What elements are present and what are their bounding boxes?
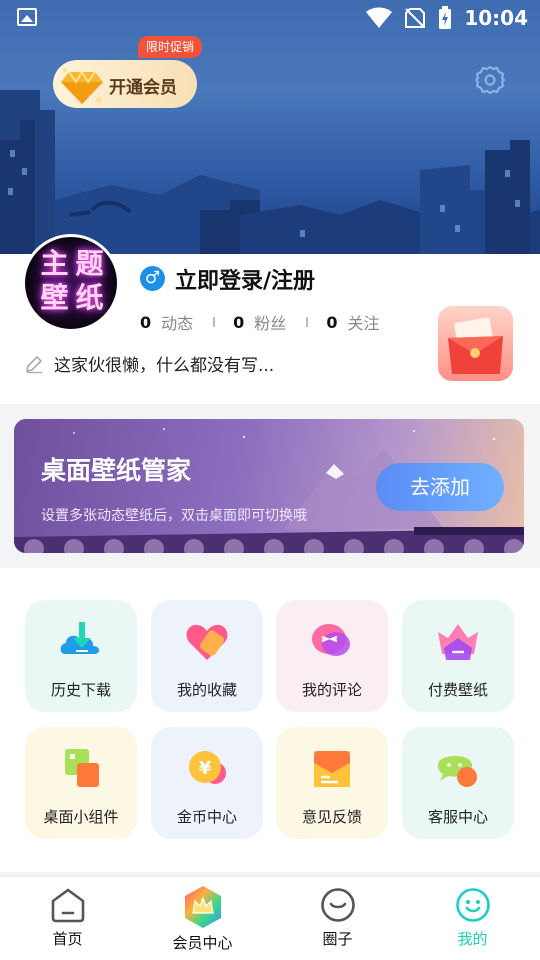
header-banner: 10:04 开通会员 限时促销: [0, 0, 540, 256]
profile-stats: 0 动态 0 粉丝 0 关注: [140, 310, 379, 334]
comment-icon: [312, 624, 350, 656]
stat-divider: [213, 317, 216, 327]
following-count[interactable]: 0: [326, 313, 337, 332]
red-packet-button[interactable]: [438, 306, 513, 381]
edit-pencil-icon: [25, 355, 43, 373]
nav-label: 首页: [52, 930, 83, 948]
posts-label[interactable]: 动态: [161, 310, 193, 334]
city-skyline-illustration: [0, 90, 540, 256]
bottom-navigation: 首页 会员中心 圈子 我的: [0, 876, 540, 960]
avatar-char: 主: [40, 247, 69, 280]
status-time: 10:04: [464, 6, 528, 30]
me-icon: [456, 888, 490, 922]
service-icon: [438, 756, 477, 787]
nav-label: 圈子: [322, 930, 353, 948]
circle-icon: [321, 888, 355, 922]
nav-label-active: 我的: [457, 930, 488, 948]
svg-text:¥: ¥: [199, 758, 212, 779]
paid-wallpaper-item[interactable]: 付费壁纸: [402, 600, 514, 712]
grid-label: 金币中心: [176, 808, 237, 826]
download-cloud-icon: [60, 622, 100, 654]
no-sim-icon: [405, 8, 426, 28]
promo-badge: 限时促销: [138, 36, 203, 58]
manager-subtitle: 设置多张动态壁纸后，双击桌面即可切换哦: [41, 508, 307, 524]
wallpaper-manager-banner[interactable]: 桌面壁纸管家 设置多张动态壁纸后，双击桌面即可切换哦 去添加: [14, 419, 524, 553]
vip-label: 开通会员: [109, 78, 177, 98]
coin-icon: ¥: [189, 751, 226, 784]
manager-title: 桌面壁纸管家: [41, 456, 192, 485]
nav-home[interactable]: 首页: [0, 877, 135, 960]
crown-icon: [438, 624, 478, 660]
heart-icon: [186, 624, 228, 660]
diamond-icon: [61, 68, 103, 104]
widget-icon: [65, 749, 99, 787]
grid-label: 历史下载: [50, 681, 111, 699]
feature-grid: 历史下载 我的收藏 我的评论 付费壁纸 桌面小组件 ¥ 金币中心 意见反馈 客服…: [0, 568, 540, 872]
home-icon: [51, 888, 85, 923]
wifi-icon: [366, 7, 393, 28]
feedback-item[interactable]: 意见反馈: [276, 727, 388, 839]
nav-circle[interactable]: 圈子: [270, 877, 405, 960]
my-favorites-item[interactable]: 我的收藏: [151, 600, 263, 712]
followers-count[interactable]: 0: [233, 313, 244, 332]
gallery-icon: [17, 8, 37, 26]
grid-label: 客服中心: [427, 808, 488, 826]
vip-crown-icon: [185, 886, 221, 928]
status-bar: 10:04: [0, 0, 540, 36]
grid-label: 我的收藏: [176, 681, 237, 699]
bio-text: 这家伙很懒，什么都没有写...: [54, 356, 275, 376]
grid-label: 意见反馈: [301, 808, 362, 826]
red-packet-icon: [448, 317, 503, 374]
coin-center-item[interactable]: ¥ 金币中心: [151, 727, 263, 839]
avatar-char: 壁: [40, 281, 69, 314]
settings-gear-icon[interactable]: [474, 64, 506, 96]
nav-vip-center[interactable]: 会员中心: [135, 877, 270, 960]
grid-label: 我的评论: [301, 681, 362, 699]
stat-divider: [306, 317, 309, 327]
history-download-item[interactable]: 历史下载: [25, 600, 137, 712]
grid-label: 桌面小组件: [43, 808, 119, 826]
battery-charging-icon: [439, 6, 452, 29]
bio-row[interactable]: 这家伙很懒，什么都没有写...: [24, 351, 274, 376]
open-vip-button[interactable]: 开通会员: [53, 60, 197, 108]
male-gender-icon: ♂: [140, 266, 165, 291]
login-register-link[interactable]: 立即登录/注册: [175, 263, 315, 295]
posts-count[interactable]: 0: [140, 313, 151, 332]
desktop-widget-item[interactable]: 桌面小组件: [25, 727, 137, 839]
followers-label[interactable]: 粉丝: [254, 310, 286, 334]
avatar-char: 题: [75, 247, 104, 280]
avatar[interactable]: 主 题 壁 纸: [22, 234, 120, 332]
customer-service-item[interactable]: 客服中心: [402, 727, 514, 839]
grid-label: 付费壁纸: [427, 681, 488, 699]
avatar-char: 纸: [75, 281, 104, 314]
nav-me[interactable]: 我的: [405, 877, 540, 960]
profile-card: 主 题 壁 纸 ♂ 立即登录/注册 0 动态 0 粉丝 0 关注 这家伙很懒，什…: [0, 234, 540, 404]
add-wallpaper-button[interactable]: 去添加: [376, 463, 504, 511]
feedback-icon: [314, 751, 350, 787]
nav-label: 会员中心: [172, 934, 233, 952]
following-label[interactable]: 关注: [347, 310, 379, 334]
my-comments-item[interactable]: 我的评论: [276, 600, 388, 712]
